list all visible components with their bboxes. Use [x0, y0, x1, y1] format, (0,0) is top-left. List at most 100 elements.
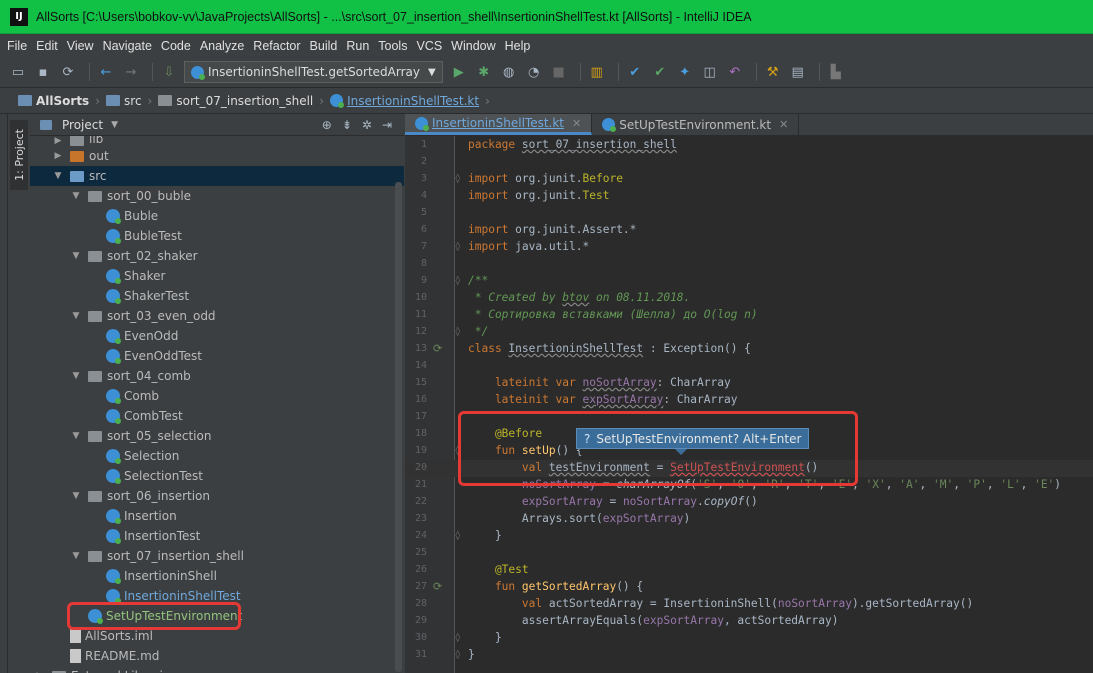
intention-hint[interactable]: ? SetUpTestEnvironment? Alt+Enter [576, 428, 810, 449]
tree-item[interactable]: ▼ sort_04_comb [30, 366, 404, 386]
chevron-down-icon[interactable]: ▼ [52, 171, 64, 181]
tree-item[interactable]: InsertioninShellTest [30, 586, 404, 606]
tool-window-tab-project[interactable]: 1: Project [10, 120, 28, 190]
tree-item[interactable]: README.md [30, 646, 404, 666]
chevron-right-icon[interactable]: ▶ [52, 136, 64, 146]
chevron-down-icon[interactable]: ▼ [70, 371, 82, 381]
code-line[interactable]: 27 ⟳ fun getSortedArray() { [405, 579, 1093, 596]
run-configuration-select[interactable]: InsertioninShellTest.getSortedArray ▼ [184, 61, 443, 83]
menu-refactor[interactable]: Refactor [253, 39, 300, 53]
hide-panel-icon[interactable]: ⇥ [382, 118, 392, 132]
code-line[interactable]: 29 assertArrayEquals(expSortArray, actSo… [405, 613, 1093, 630]
vcs-compare-icon[interactable]: ✦ [675, 62, 695, 82]
code-line[interactable]: 24 ◊ } [405, 528, 1093, 545]
code-line[interactable]: 30 ◊ } [405, 630, 1093, 647]
code-line[interactable]: 13 ⟳ class InsertioninShellTest : Exceptio… [405, 341, 1093, 358]
tree-item[interactable]: Selection [30, 446, 404, 466]
sync-icon[interactable]: ⟳ [58, 62, 78, 82]
tree-item[interactable]: ▼ src [30, 166, 404, 186]
tree-item[interactable]: ▼ sort_07_insertion_shell [30, 546, 404, 566]
run-gutter-icon[interactable]: ⟳ [433, 580, 442, 593]
tree-item[interactable]: EvenOddTest [30, 346, 404, 366]
tree-scrollbar[interactable] [395, 182, 402, 672]
close-icon[interactable]: ✕ [779, 118, 788, 131]
code-line[interactable]: 14 [405, 358, 1093, 375]
tree-item[interactable]: EvenOdd [30, 326, 404, 346]
tree-item[interactable]: ▼ sort_05_selection [30, 426, 404, 446]
code-editor[interactable]: 1 package sort_07_insertion_shell 2 3 ◊ impor… [405, 136, 1093, 673]
menu-vcs[interactable]: VCS [416, 39, 442, 53]
forward-icon[interactable]: → [121, 62, 141, 82]
chevron-down-icon[interactable]: ▼ [70, 551, 82, 561]
code-line[interactable]: 1 package sort_07_insertion_shell [405, 137, 1093, 154]
vcs-history-icon[interactable]: ◫ [700, 62, 720, 82]
stop-icon[interactable]: ■ [549, 62, 569, 82]
tree-item[interactable]: ▶ lib [30, 136, 404, 146]
menu-code[interactable]: Code [161, 39, 191, 53]
code-line[interactable]: 5 [405, 205, 1093, 222]
tree-item[interactable]: Insertion [30, 506, 404, 526]
chevron-down-icon[interactable]: ▼ [70, 191, 82, 201]
breadcrumb-src[interactable]: src › [106, 94, 152, 108]
code-line[interactable]: 8 [405, 256, 1093, 273]
chevron-right-icon[interactable]: ▶ [52, 151, 64, 161]
tree-item[interactable]: InsertionTest [30, 526, 404, 546]
fold-marker-icon[interactable]: ◊ [455, 446, 460, 456]
code-line[interactable]: 21 noSortArray = charArrayOf('S', 'O', '… [405, 477, 1093, 494]
tree-item[interactable]: ▶ out [30, 146, 404, 166]
tab-setuptestenvironment[interactable]: SetUpTestEnvironment.kt ✕ [592, 114, 800, 135]
menu-run[interactable]: Run [346, 39, 369, 53]
gear-icon[interactable]: ✲ [362, 118, 372, 132]
coverage-icon[interactable]: ◍ [499, 62, 519, 82]
tree-item[interactable]: AllSorts.iml [30, 626, 404, 646]
fold-marker-icon[interactable]: ◊ [455, 531, 460, 541]
code-line[interactable]: 2 [405, 154, 1093, 171]
fold-marker-icon[interactable]: ◊ [455, 633, 460, 643]
code-line[interactable]: 26 @Test [405, 562, 1093, 579]
build-icon[interactable]: ⇩ [159, 62, 179, 82]
code-line[interactable]: 10 * Created by btov on 08.11.2018. [405, 290, 1093, 307]
menu-view[interactable]: View [67, 39, 94, 53]
scroll-from-source-icon[interactable]: ⊕ [322, 118, 332, 132]
code-line[interactable]: 4 import org.junit.Test [405, 188, 1093, 205]
code-line[interactable]: 16 lateinit var expSortArray: CharArray [405, 392, 1093, 409]
tree-item[interactable]: ▼ sort_00_buble [30, 186, 404, 206]
code-line[interactable]: 31 ◊} [405, 647, 1093, 664]
vcs-commit-icon[interactable]: ✔ [650, 62, 670, 82]
menu-window[interactable]: Window [451, 39, 495, 53]
code-line[interactable]: 28 val actSortedArray = InsertioninShell… [405, 596, 1093, 613]
tree-item[interactable]: BubleTest [30, 226, 404, 246]
chevron-down-icon[interactable]: ▼ [70, 311, 82, 321]
code-line[interactable]: 17 [405, 409, 1093, 426]
code-line[interactable]: 7 ◊ import java.util.* [405, 239, 1093, 256]
close-icon[interactable]: ✕ [572, 117, 581, 130]
code-line[interactable]: 6 import org.junit.Assert.* [405, 222, 1093, 239]
code-line[interactable]: 15 lateinit var noSortArray: CharArray [405, 375, 1093, 392]
vcs-update-icon[interactable]: ✔ [625, 62, 645, 82]
menu-edit[interactable]: Edit [36, 39, 58, 53]
vcs-revert-icon[interactable]: ↶ [725, 62, 745, 82]
fold-marker-icon[interactable]: ◊ [455, 242, 460, 252]
menu-tools[interactable]: Tools [378, 39, 407, 53]
tab-insertioninshelltest[interactable]: InsertioninShellTest.kt ✕ [405, 114, 593, 135]
breadcrumb-file[interactable]: InsertioninShellTest.kt › [330, 94, 490, 108]
tree-item[interactable]: ▼ sort_02_shaker [30, 246, 404, 266]
tree-item[interactable]: InsertioninShell [30, 566, 404, 586]
code-line[interactable]: 12 ◊ */ [405, 324, 1093, 341]
menu-file[interactable]: File [7, 39, 27, 53]
menu-help[interactable]: Help [505, 39, 531, 53]
fold-marker-icon[interactable]: ◊ [455, 327, 460, 337]
tree-item[interactable]: Shaker [30, 266, 404, 286]
fold-marker-icon[interactable]: ◊ [455, 174, 460, 184]
breadcrumb-package[interactable]: sort_07_insertion_shell › [158, 94, 324, 108]
fold-marker-icon[interactable]: ◊ [455, 650, 460, 660]
back-icon[interactable]: ← [96, 62, 116, 82]
tree-item[interactable]: SelectionTest [30, 466, 404, 486]
code-line[interactable]: 9 ◊ /** [405, 273, 1093, 290]
tree-item[interactable]: Comb [30, 386, 404, 406]
tree-item[interactable]: CombTest [30, 406, 404, 426]
profile-icon[interactable]: ◔ [524, 62, 544, 82]
open-folder-icon[interactable]: ▭ [8, 62, 28, 82]
project-view-label[interactable]: Project [62, 118, 103, 132]
code-line[interactable]: 22 expSortArray = noSortArray.copyOf() [405, 494, 1093, 511]
